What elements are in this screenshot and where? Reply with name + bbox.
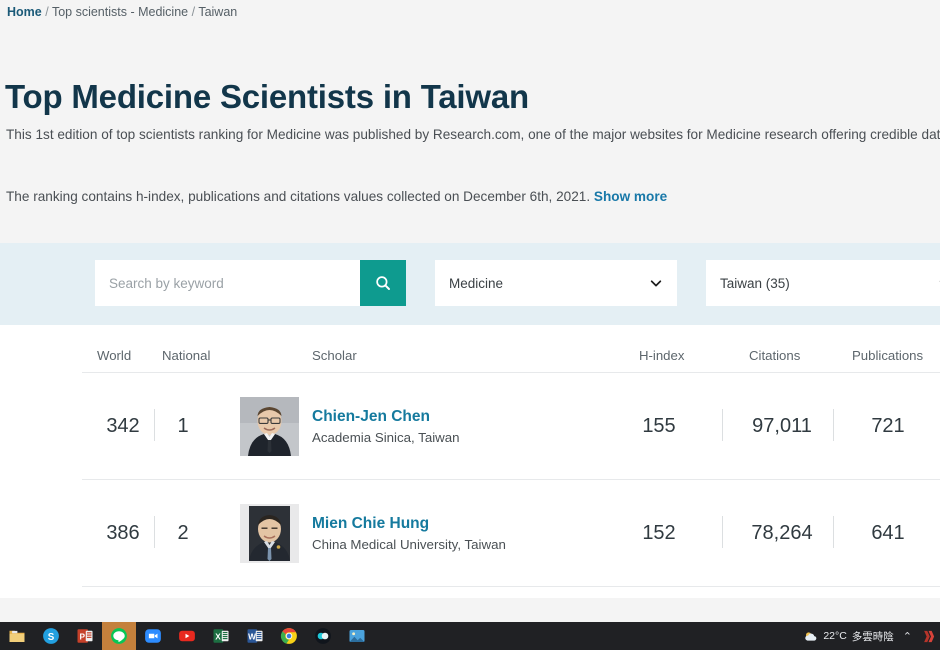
breadcrumb-separator-1: / [41,5,52,19]
ranking-table: World National Scholar H-index Citations… [82,325,940,587]
photos-icon [349,630,365,642]
search-button[interactable] [360,260,406,306]
taskbar-weather-widget[interactable]: 22°C 多雲時陰 [803,629,894,644]
page-title: Top Medicine Scientists in Taiwan [5,78,529,116]
column-header-hindex: H-index [639,348,685,363]
scholar-info: Mien Chie Hung China Medical University,… [312,515,506,552]
cell-divider [154,516,155,548]
taskbar-item-file-explorer[interactable] [0,622,34,650]
cell-citations: 97,011 [752,414,812,437]
chrome-icon [280,628,297,644]
chevron-down-icon [650,280,662,287]
cell-divider [833,516,834,548]
cell-national-rank: 2 [177,521,189,544]
webex-icon [315,628,331,644]
show-hidden-icons-button[interactable]: ⌃ [900,630,915,643]
zoom-icon [145,629,161,643]
table-row[interactable]: 342 1 Chien-Jen Chen Academia Sinica, Ta… [82,373,940,480]
cell-world-rank: 342 [106,414,140,437]
cell-world-rank: 386 [106,521,140,544]
cell-citations: 78,264 [751,521,813,544]
taskbar-item-line[interactable] [102,622,136,650]
cell-divider [722,409,723,441]
table-header-row: World National Scholar H-index Citations… [82,325,940,373]
discipline-select-value: Medicine [449,275,504,291]
scholar-portrait-image [240,396,299,456]
taskbar-item-excel[interactable]: X [204,622,238,650]
avatar [240,503,299,563]
cell-divider [833,409,834,441]
cell-publications: 641 [871,521,905,544]
discipline-select[interactable]: Medicine [435,260,677,306]
taskbar-weather-temperature: 22°C [823,630,847,642]
cell-hindex: 152 [642,521,676,544]
intro-paragraph-2: The ranking contains h-index, publicatio… [6,186,940,208]
taskbar-item-chrome[interactable] [272,622,306,650]
column-header-citations: Citations [749,348,801,363]
taskbar-system-tray: 22°C 多雲時陰 ⌃ [803,622,940,650]
screen: Home / Top scientists - Medicine / Taiwa… [0,0,940,650]
country-select-value: Taiwan (35) [720,275,790,291]
breadcrumb-current-taiwan: Taiwan [198,5,238,19]
country-select[interactable]: Taiwan (35) [706,260,940,306]
taskbar-item-zoom[interactable] [136,622,170,650]
taskbar-item-youtube[interactable] [170,622,204,650]
taskbar-item-skype[interactable]: S [34,622,68,650]
show-more-link[interactable]: Show more [594,189,667,204]
file-explorer-icon [9,630,25,642]
cell-hindex: 155 [642,414,676,437]
search-group [95,260,406,306]
taskbar-item-powerpoint[interactable]: P [68,622,102,650]
svg-text:X: X [215,632,221,641]
column-header-scholar: Scholar [312,348,357,363]
taskbar-item-word[interactable]: W [238,622,272,650]
scholar-name-link[interactable]: Mien Chie Hung [312,515,506,533]
taskbar-item-webex[interactable] [306,622,340,650]
svg-text:P: P [80,632,86,641]
cell-national-rank: 1 [177,414,189,437]
breadcrumb: Home / Top scientists - Medicine / Taiwa… [7,5,237,19]
windows-taskbar: S P X W 22°C 多雲時陰 ⌃ [0,622,940,650]
scholar-affiliation: Academia Sinica, Taiwan [312,429,460,445]
cell-divider [722,516,723,548]
ranking-table-panel: World National Scholar H-index Citations… [0,325,940,598]
scholar-portrait-image [240,503,299,563]
browser-page-content: Home / Top scientists - Medicine / Taiwa… [0,0,940,598]
youtube-icon [179,630,195,642]
line-icon [111,628,127,644]
svg-text:S: S [48,632,55,643]
breadcrumb-link-home[interactable]: Home [7,5,42,19]
search-icon [376,276,390,290]
cloud-icon [805,631,817,641]
taskbar-item-photos[interactable] [340,622,374,650]
scholar-affiliation: China Medical University, Taiwan [312,536,506,552]
cell-divider [154,409,155,441]
table-row[interactable]: 386 2 Mien Chie Hung China Medical Unive… [82,480,940,587]
skype-icon: S [43,628,59,644]
cell-publications: 721 [871,414,905,437]
column-header-world: World [97,348,132,363]
word-icon: W [247,629,263,643]
tray-app-icon[interactable] [921,629,936,644]
powerpoint-icon: P [77,629,93,643]
excel-icon: X [213,629,229,643]
avatar [240,396,299,456]
column-header-national: National [162,348,211,363]
taskbar-app-list: S P X W [0,622,374,650]
breadcrumb-separator-2: / [188,5,199,19]
search-input[interactable] [95,260,360,306]
cell-scholar: Mien Chie Hung China Medical University,… [240,480,620,586]
intro-paragraph-2-text: The ranking contains h-index, publicatio… [6,189,594,204]
intro-paragraph-1: This 1st edition of top scientists ranki… [6,127,940,142]
column-header-publications: Publications [852,348,924,363]
scholar-name-link[interactable]: Chien-Jen Chen [312,408,460,426]
scholar-info: Chien-Jen Chen Academia Sinica, Taiwan [312,408,460,445]
taskbar-weather-condition: 多雲時陰 [851,630,894,643]
svg-text:W: W [248,632,256,641]
cell-scholar: Chien-Jen Chen Academia Sinica, Taiwan [240,373,620,479]
breadcrumb-link-top-scientists-medicine[interactable]: Top scientists - Medicine [52,5,188,19]
filter-bar: Medicine Taiwan (35) [0,243,940,325]
